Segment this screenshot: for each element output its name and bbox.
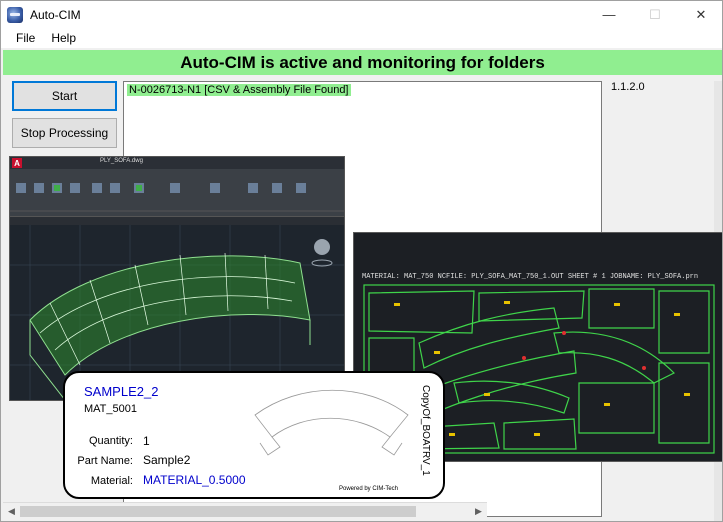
close-button[interactable]: ✕	[678, 1, 722, 28]
label-material-value: MATERIAL_0.5000	[143, 473, 246, 487]
version-label: 1.1.2.0	[611, 81, 645, 93]
title-bar: Auto-CIM — ☐ ✕	[1, 1, 722, 28]
cad-file-tabs	[10, 217, 344, 225]
menu-file[interactable]: File	[8, 31, 43, 45]
status-banner: Auto-CIM is active and monitoring for fo…	[3, 50, 722, 75]
cad-title-bar: A PLY_SOFA.dwg	[10, 157, 344, 169]
label-side-text: CopyOf_BOATRV_1	[420, 385, 431, 476]
label-part-name-value: Sample2	[143, 453, 191, 467]
label-part-name-caption: Part Name:	[77, 455, 133, 467]
scroll-right-icon[interactable]: ▶	[470, 503, 487, 520]
maximize-button[interactable]: ☐	[632, 1, 678, 28]
scroll-left-icon[interactable]: ◀	[3, 503, 20, 520]
log-item[interactable]: N-0026713-N1 [CSV & Assembly File Found]	[127, 84, 351, 96]
menu-help[interactable]: Help	[43, 31, 84, 45]
cad-ribbon	[10, 169, 344, 217]
label-quantity-value: 1	[143, 434, 150, 448]
part-label-card: SAMPLE2_2 MAT_5001 Quantity: 1 Part Name…	[63, 371, 445, 499]
start-button[interactable]: Start	[12, 81, 117, 111]
scrollbar-thumb[interactable]	[20, 506, 416, 517]
menu-bar: File Help	[1, 28, 722, 48]
app-window: Auto-CIM — ☐ ✕ File Help Auto-CIM is act…	[0, 0, 723, 522]
horizontal-scrollbar[interactable]: ◀ ▶	[3, 502, 487, 519]
part-outline-graphic	[254, 389, 409, 456]
label-quantity-caption: Quantity:	[88, 435, 133, 447]
window-title: Auto-CIM	[30, 7, 81, 22]
cad-preview-image: A PLY_SOFA.dwg	[9, 156, 345, 401]
minimize-button[interactable]: —	[586, 1, 632, 28]
autocad-logo: A	[12, 158, 22, 168]
window-controls: — ☐ ✕	[586, 1, 722, 28]
label-part-id: SAMPLE2_2	[84, 384, 159, 399]
label-powered-by: Powered by CIM-Tech	[339, 486, 399, 492]
label-material-code: MAT_5001	[84, 403, 137, 415]
label-material-caption: Material:	[90, 475, 133, 487]
autocim-app-icon	[7, 6, 23, 23]
cad-ribbon-icons	[10, 183, 344, 212]
cad-filename: PLY_SOFA.dwg	[100, 158, 143, 164]
stop-processing-button[interactable]: Stop Processing	[12, 118, 117, 148]
